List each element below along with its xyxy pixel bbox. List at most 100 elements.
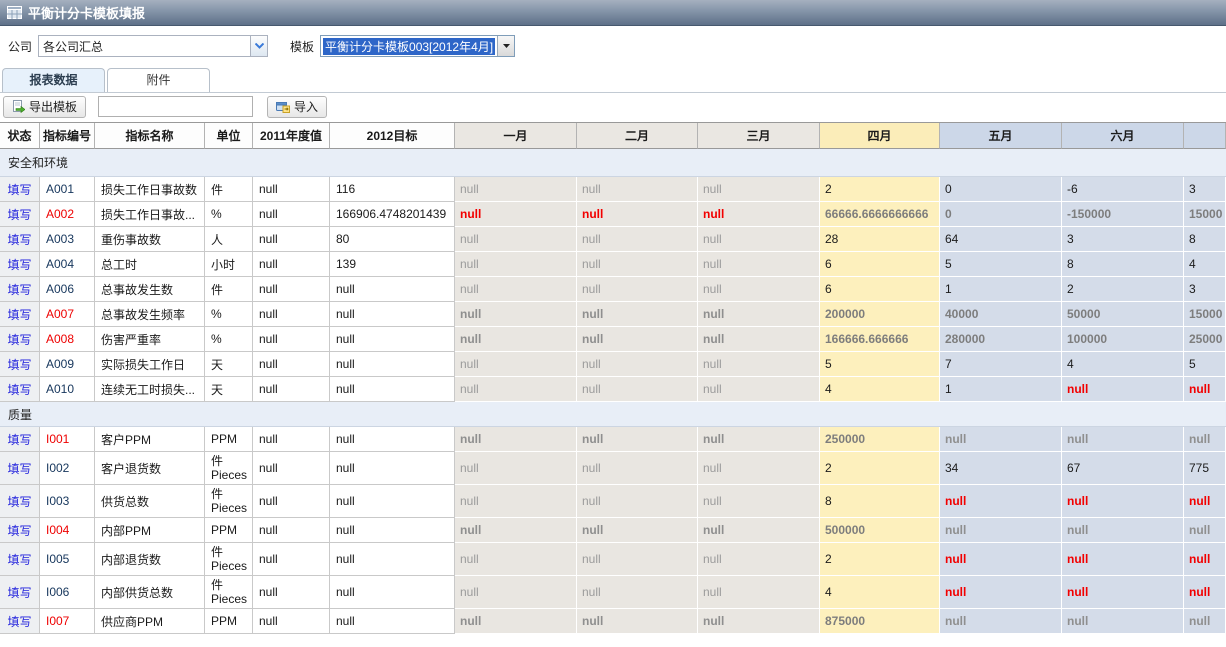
indicator-name: 实际损失工作日 xyxy=(95,352,205,377)
month-cell: null xyxy=(577,576,698,609)
month-cell: null xyxy=(1062,576,1184,609)
value-2011: null xyxy=(253,485,330,518)
month-cell: 0 xyxy=(940,177,1062,202)
table-row: 填写A010连续无工时损失...天nullnullnullnullnull41n… xyxy=(0,377,1226,402)
month-cell: 15000 xyxy=(1184,302,1226,327)
month-cell: null xyxy=(940,485,1062,518)
fill-link[interactable]: 填写 xyxy=(7,233,31,247)
fill-link[interactable]: 填写 xyxy=(7,283,31,297)
month-cell: 5 xyxy=(820,352,940,377)
template-dropdown-trigger[interactable] xyxy=(497,36,514,56)
chevron-down-icon xyxy=(255,43,264,49)
template-select[interactable]: 平衡计分卡模板003[2012年4月] xyxy=(320,35,515,57)
month-cell: 4 xyxy=(1062,352,1184,377)
triangle-down-icon xyxy=(503,44,510,48)
export-template-button[interactable]: 导出模板 xyxy=(3,96,86,118)
fill-link[interactable]: 填写 xyxy=(7,524,31,538)
column-header: 2011年度值 xyxy=(253,123,330,149)
indicator-code: I001 xyxy=(40,427,95,452)
month-cell: 64 xyxy=(940,227,1062,252)
month-cell: 100000 xyxy=(1062,327,1184,352)
column-header: 一月 xyxy=(455,123,577,149)
company-combo[interactable] xyxy=(38,35,268,57)
indicator-name: 伤害严重率 xyxy=(95,327,205,352)
month-cell: null xyxy=(698,277,820,302)
table-row: 填写I007供应商PPMPPMnullnullnullnullnull87500… xyxy=(0,609,1226,634)
month-cell: 28 xyxy=(820,227,940,252)
month-cell: 50000 xyxy=(1062,302,1184,327)
column-header xyxy=(1184,123,1226,149)
target-2012: null xyxy=(330,576,455,609)
month-cell: null xyxy=(698,377,820,402)
fill-link[interactable]: 填写 xyxy=(7,333,31,347)
table-header-row: 状态指标编号指标名称单位2011年度值2012目标一月二月三月四月五月六月 xyxy=(0,123,1226,149)
month-cell: null xyxy=(940,576,1062,609)
month-cell: null xyxy=(1184,377,1226,402)
month-cell: 5 xyxy=(940,252,1062,277)
fill-link[interactable]: 填写 xyxy=(7,308,31,322)
fill-link[interactable]: 填写 xyxy=(7,258,31,272)
table-row: 填写A002损失工作日事故...%null166906.4748201439nu… xyxy=(0,202,1226,227)
target-2012: 166906.4748201439 xyxy=(330,202,455,227)
company-dropdown-trigger[interactable] xyxy=(250,35,268,57)
table-row: 填写I003供货总数件 Piecesnullnullnullnullnull8n… xyxy=(0,485,1226,518)
month-cell: null xyxy=(455,576,577,609)
value-2011: null xyxy=(253,202,330,227)
month-cell: null xyxy=(698,327,820,352)
value-2011: null xyxy=(253,177,330,202)
fill-link[interactable]: 填写 xyxy=(7,358,31,372)
column-header: 单位 xyxy=(205,123,253,149)
fill-link[interactable]: 填写 xyxy=(7,553,31,567)
column-header: 二月 xyxy=(577,123,698,149)
month-cell: 34 xyxy=(940,452,1062,485)
indicator-name: 客户PPM xyxy=(95,427,205,452)
indicator-code: I003 xyxy=(40,485,95,518)
company-label: 公司 xyxy=(8,38,32,55)
month-cell: -150000 xyxy=(1062,202,1184,227)
month-cell: null xyxy=(577,518,698,543)
month-cell: null xyxy=(698,427,820,452)
target-2012: null xyxy=(330,543,455,576)
import-button[interactable]: 导入 xyxy=(267,96,327,118)
fill-link[interactable]: 填写 xyxy=(7,586,31,600)
month-cell: null xyxy=(455,177,577,202)
target-2012: null xyxy=(330,327,455,352)
fill-link[interactable]: 填写 xyxy=(7,433,31,447)
fill-link[interactable]: 填写 xyxy=(7,208,31,222)
month-cell: 3 xyxy=(1184,277,1226,302)
tab-report-data[interactable]: 报表数据 xyxy=(2,68,105,92)
tab-strip: 报表数据 附件 xyxy=(0,68,1226,93)
month-cell: 1 xyxy=(940,377,1062,402)
scorecard-table: 状态指标编号指标名称单位2011年度值2012目标一月二月三月四月五月六月 安全… xyxy=(0,122,1226,634)
month-cell: null xyxy=(1062,609,1184,634)
fill-link[interactable]: 填写 xyxy=(7,183,31,197)
group-name: 安全和环境 xyxy=(0,149,1226,177)
tab-attachments[interactable]: 附件 xyxy=(107,68,210,92)
indicator-code: A001 xyxy=(40,177,95,202)
status-cell: 填写 xyxy=(0,543,40,576)
month-cell: 6 xyxy=(820,277,940,302)
export-icon xyxy=(12,100,25,113)
unit-cell: 件 Pieces xyxy=(205,485,253,518)
table-row: 填写I005内部退货数件 Piecesnullnullnullnullnull2… xyxy=(0,543,1226,576)
month-cell: null xyxy=(455,227,577,252)
table-row: 填写A003重伤事故数人null80nullnullnull286438 xyxy=(0,227,1226,252)
indicator-code: I002 xyxy=(40,452,95,485)
month-cell: null xyxy=(940,609,1062,634)
month-cell: null xyxy=(1184,485,1226,518)
import-file-input[interactable] xyxy=(98,96,253,117)
fill-link[interactable]: 填写 xyxy=(7,495,31,509)
company-input[interactable] xyxy=(38,35,250,57)
month-cell: null xyxy=(577,427,698,452)
month-cell: null xyxy=(577,302,698,327)
indicator-name: 损失工作日事故数 xyxy=(95,177,205,202)
month-cell: -6 xyxy=(1062,177,1184,202)
column-header: 2012目标 xyxy=(330,123,455,149)
fill-link[interactable]: 填写 xyxy=(7,462,31,476)
fill-link[interactable]: 填写 xyxy=(7,615,31,629)
fill-link[interactable]: 填写 xyxy=(7,383,31,397)
month-cell: 40000 xyxy=(940,302,1062,327)
month-cell: 3 xyxy=(1062,227,1184,252)
value-2011: null xyxy=(253,327,330,352)
unit-cell: 件 xyxy=(205,177,253,202)
